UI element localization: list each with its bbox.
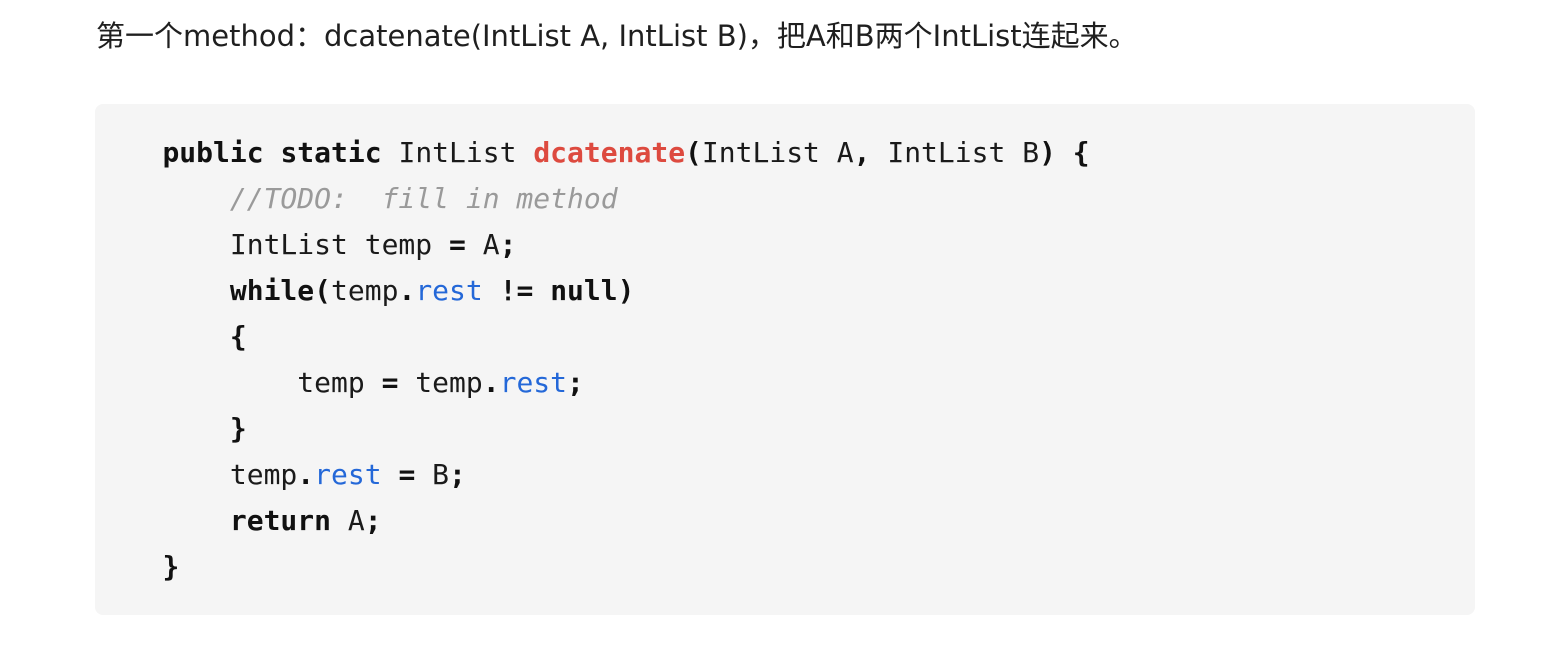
- code-punctuation: (: [685, 136, 702, 169]
- code-line: public static IntList dcatenate(IntList …: [95, 130, 1090, 176]
- code-keyword: return: [229, 504, 332, 537]
- code-keyword: while: [229, 274, 315, 307]
- code-punctuation: .: [398, 274, 416, 307]
- code-punctuation: ;: [364, 504, 382, 537]
- code-field: rest: [314, 458, 382, 491]
- code-punctuation: }: [162, 550, 180, 583]
- code-punctuation: =: [398, 458, 416, 491]
- code-line: {: [95, 314, 1090, 360]
- code-line: }: [95, 544, 1090, 590]
- code-punctuation: =: [381, 366, 399, 399]
- code-text: IntList: [381, 136, 534, 169]
- code-punctuation: .: [482, 366, 500, 399]
- code-text: IntList A: [701, 136, 854, 169]
- code-line: IntList temp = A;: [95, 222, 1090, 268]
- code-line: temp = temp.rest;: [95, 360, 1090, 406]
- code-line: }: [95, 406, 1090, 452]
- code-text: IntList B: [870, 136, 1040, 169]
- code-punctuation: ;: [499, 228, 517, 261]
- code-text: A: [331, 504, 365, 537]
- code-punctuation: =: [449, 228, 466, 261]
- code-line: //TODO: fill in method: [95, 176, 1090, 222]
- code-comment: //TODO: fill in method: [229, 182, 618, 215]
- code-function-name: dcatenate: [533, 136, 686, 169]
- code-punctuation: }: [229, 412, 247, 445]
- code-field: rest: [499, 366, 568, 399]
- code-keyword: static: [280, 136, 382, 169]
- code-punctuation: (: [314, 274, 332, 307]
- code-lines: public static IntList dcatenate(IntList …: [95, 130, 1090, 590]
- code-punctuation: ;: [449, 458, 466, 491]
- code-text: temp: [398, 366, 483, 399]
- code-punctuation: !=: [499, 274, 534, 307]
- code-line: while(temp.rest != null): [95, 268, 1090, 314]
- code-text: temp: [95, 366, 382, 399]
- code-text: B: [415, 458, 450, 491]
- code-line: return A;: [95, 498, 1090, 544]
- code-punctuation: ;: [567, 366, 584, 399]
- code-text: temp: [95, 458, 298, 491]
- code-text: A: [465, 228, 500, 261]
- code-punctuation: ): [617, 274, 635, 307]
- code-punctuation: ,: [853, 136, 871, 169]
- code-text: IntList temp: [95, 228, 450, 261]
- intro-paragraph: 第一个method：dcatenate(IntList A, IntList B…: [96, 19, 1138, 53]
- code-line: temp.rest = B;: [95, 452, 1090, 498]
- code-punctuation: {: [1072, 136, 1090, 169]
- code-keyword: null: [550, 274, 618, 307]
- code-punctuation: ): [1039, 136, 1056, 169]
- code-text: temp: [331, 274, 399, 307]
- code-field: rest: [415, 274, 483, 307]
- code-punctuation: .: [297, 458, 315, 491]
- code-keyword: public: [162, 136, 264, 169]
- code-punctuation: {: [229, 320, 247, 353]
